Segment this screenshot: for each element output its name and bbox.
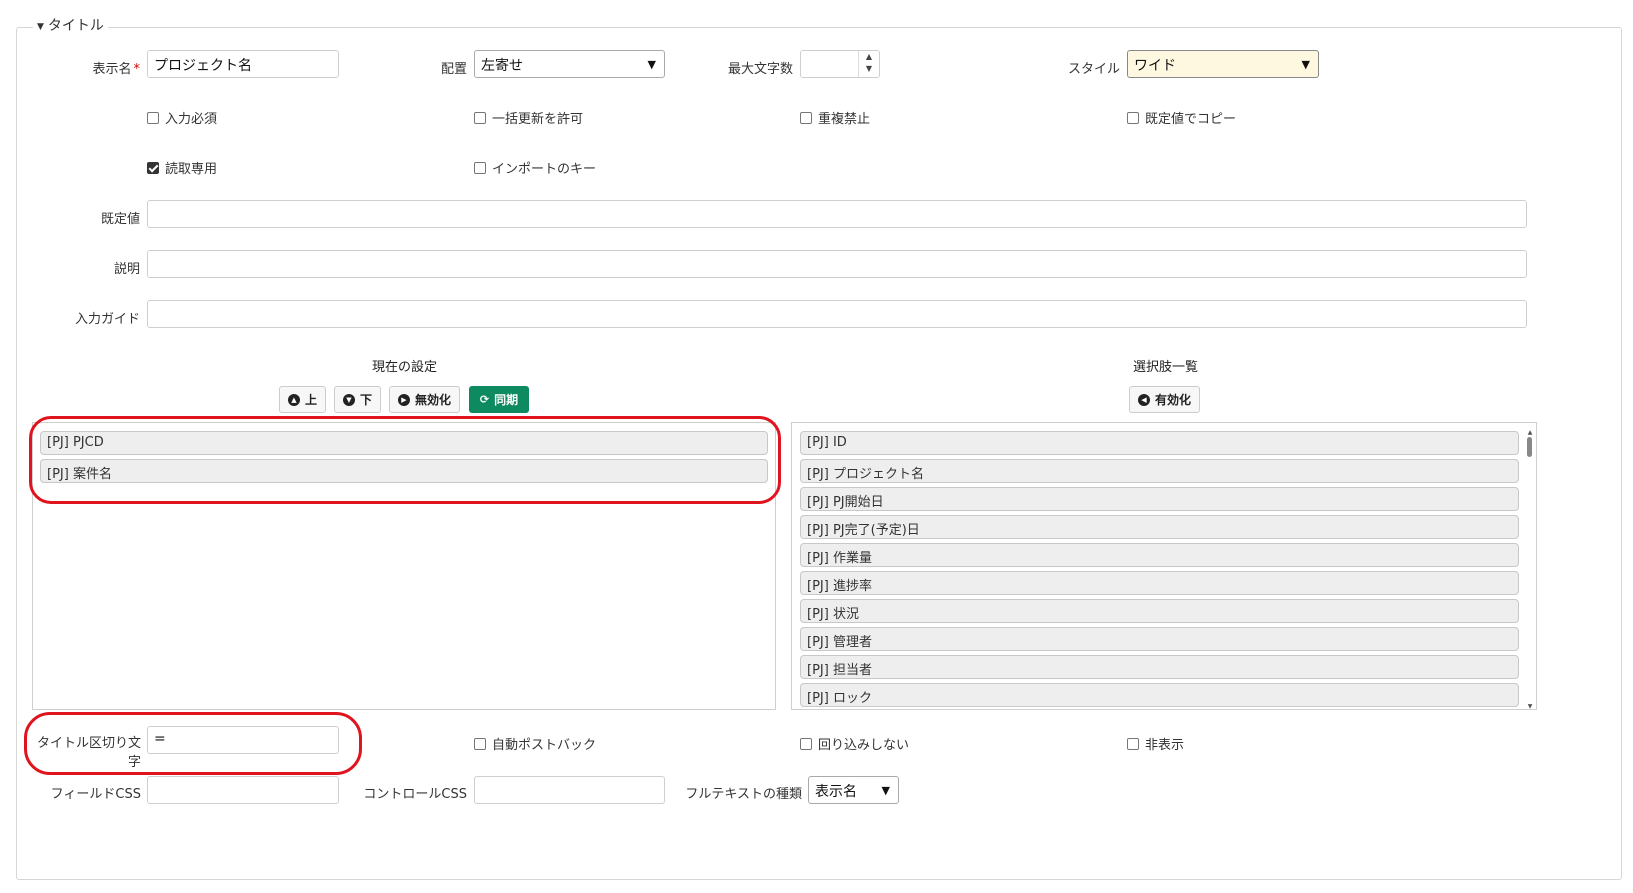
chevron-down-icon: ▼	[1301, 58, 1310, 71]
display-name-label: 表示名 *	[92, 62, 141, 77]
max-length-label: 最大文字数	[727, 62, 793, 77]
choices-list[interactable]: [PJ] ID [PJ] プロジェクト名 [PJ] PJ開始日 [PJ] PJ完…	[791, 422, 1537, 710]
list-item[interactable]: [PJ] PJ完了(予定)日	[800, 515, 1519, 539]
input-guide-label: 入力ガイド	[74, 312, 140, 327]
alignment-label: 配置	[440, 62, 467, 77]
arrow-left-circle-icon: ◀	[1138, 393, 1150, 406]
no-duplicate-checkbox[interactable]: 重複禁止	[800, 108, 870, 127]
highlight-title-separator	[24, 712, 362, 775]
enable-button[interactable]: ◀ 有効化	[1129, 386, 1200, 413]
default-value-input[interactable]	[147, 200, 1527, 228]
list-item[interactable]: [PJ] 作業量	[800, 543, 1519, 567]
checkbox-box[interactable]	[800, 737, 812, 750]
control-css-label: コントロールCSS	[363, 787, 467, 802]
sync-button[interactable]: ⟳ 同期	[469, 386, 529, 413]
max-length-spinner[interactable]: ▲ ▼	[800, 50, 880, 78]
hidden-checkbox[interactable]: 非表示	[1127, 734, 1184, 753]
checkbox-box[interactable]	[147, 111, 159, 124]
checkbox-box[interactable]	[474, 737, 486, 750]
style-select[interactable]: ワイド ▼	[1127, 50, 1319, 78]
field-css-label: フィールドCSS	[50, 787, 141, 802]
description-label: 説明	[113, 262, 140, 277]
checkbox-box[interactable]	[800, 111, 812, 124]
display-name-value: プロジェクト名	[154, 58, 252, 74]
section-legend[interactable]: ▼ タイトル	[33, 15, 108, 35]
bulk-update-checkbox[interactable]: 一括更新を許可	[474, 108, 583, 127]
scrollbar-thumb[interactable]	[1527, 437, 1532, 457]
checkbox-box-checked[interactable]	[147, 161, 159, 174]
alignment-select[interactable]: 左寄せ ▼	[474, 50, 665, 78]
disable-button[interactable]: ▶ 無効化	[389, 386, 460, 413]
move-down-button[interactable]: ▼ 下	[334, 386, 381, 413]
choices-scrollbar[interactable]: ▲ ▼	[1526, 429, 1534, 709]
read-only-checkbox[interactable]: 読取専用	[147, 158, 217, 177]
fulltext-type-select[interactable]: 表示名 ▼	[808, 776, 899, 804]
chevron-down-icon: ▼	[647, 58, 656, 71]
spin-up-icon[interactable]: ▲	[859, 51, 879, 63]
list-item[interactable]: [PJ] ロック	[800, 683, 1519, 707]
checkbox-box[interactable]	[1127, 737, 1139, 750]
checkbox-box[interactable]	[474, 161, 486, 174]
list-item[interactable]: [PJ] 管理者	[800, 627, 1519, 651]
style-value: ワイド	[1134, 58, 1176, 74]
display-name-input[interactable]: プロジェクト名	[147, 50, 339, 78]
scroll-down-icon[interactable]: ▼	[1526, 703, 1534, 709]
checkbox-box[interactable]	[474, 111, 486, 124]
no-wrap-checkbox[interactable]: 回り込みしない	[800, 734, 909, 753]
style-label: スタイル	[1067, 62, 1120, 77]
list-item[interactable]: [PJ] PJ開始日	[800, 487, 1519, 511]
field-css-input[interactable]	[147, 776, 339, 804]
list-item[interactable]: [PJ] 状況	[800, 599, 1519, 623]
arrow-up-circle-icon: ▲	[288, 393, 300, 406]
spin-down-icon[interactable]: ▼	[859, 63, 879, 75]
arrow-right-circle-icon: ▶	[398, 393, 410, 406]
collapse-triangle-icon: ▼	[37, 22, 44, 32]
auto-postback-checkbox[interactable]: 自動ポストバック	[474, 734, 596, 753]
list-item[interactable]: [PJ] 担当者	[800, 655, 1519, 679]
list-item[interactable]: [PJ] 進捗率	[800, 571, 1519, 595]
alignment-value: 左寄せ	[481, 58, 523, 74]
scroll-up-icon[interactable]: ▲	[1526, 429, 1534, 436]
required-mark: *	[133, 62, 141, 77]
arrow-down-circle-icon: ▼	[343, 393, 355, 406]
input-guide-input[interactable]	[147, 300, 1527, 328]
chevron-down-icon: ▼	[881, 784, 890, 797]
description-input[interactable]	[147, 250, 1527, 278]
default-value-label: 既定値	[100, 212, 140, 227]
control-css-input[interactable]	[474, 776, 665, 804]
list-item[interactable]: [PJ] プロジェクト名	[800, 459, 1519, 483]
current-settings-heading: 現在の設定	[372, 360, 438, 375]
list-item[interactable]: [PJ] ID	[800, 431, 1519, 455]
spinner-buttons[interactable]: ▲ ▼	[858, 51, 879, 77]
move-up-button[interactable]: ▲ 上	[279, 386, 326, 413]
fulltext-type-value: 表示名	[815, 784, 857, 800]
section-title: タイトル	[47, 18, 104, 34]
copy-default-checkbox[interactable]: 既定値でコピー	[1127, 108, 1236, 127]
fulltext-type-label: フルテキストの種類	[685, 787, 802, 802]
required-checkbox[interactable]: 入力必須	[147, 108, 217, 127]
choices-heading: 選択肢一覧	[1133, 360, 1199, 375]
highlight-current-items	[29, 416, 781, 504]
sync-icon: ⟳	[479, 393, 490, 406]
checkbox-box[interactable]	[1127, 111, 1139, 124]
import-key-checkbox[interactable]: インポートのキー	[474, 158, 596, 177]
